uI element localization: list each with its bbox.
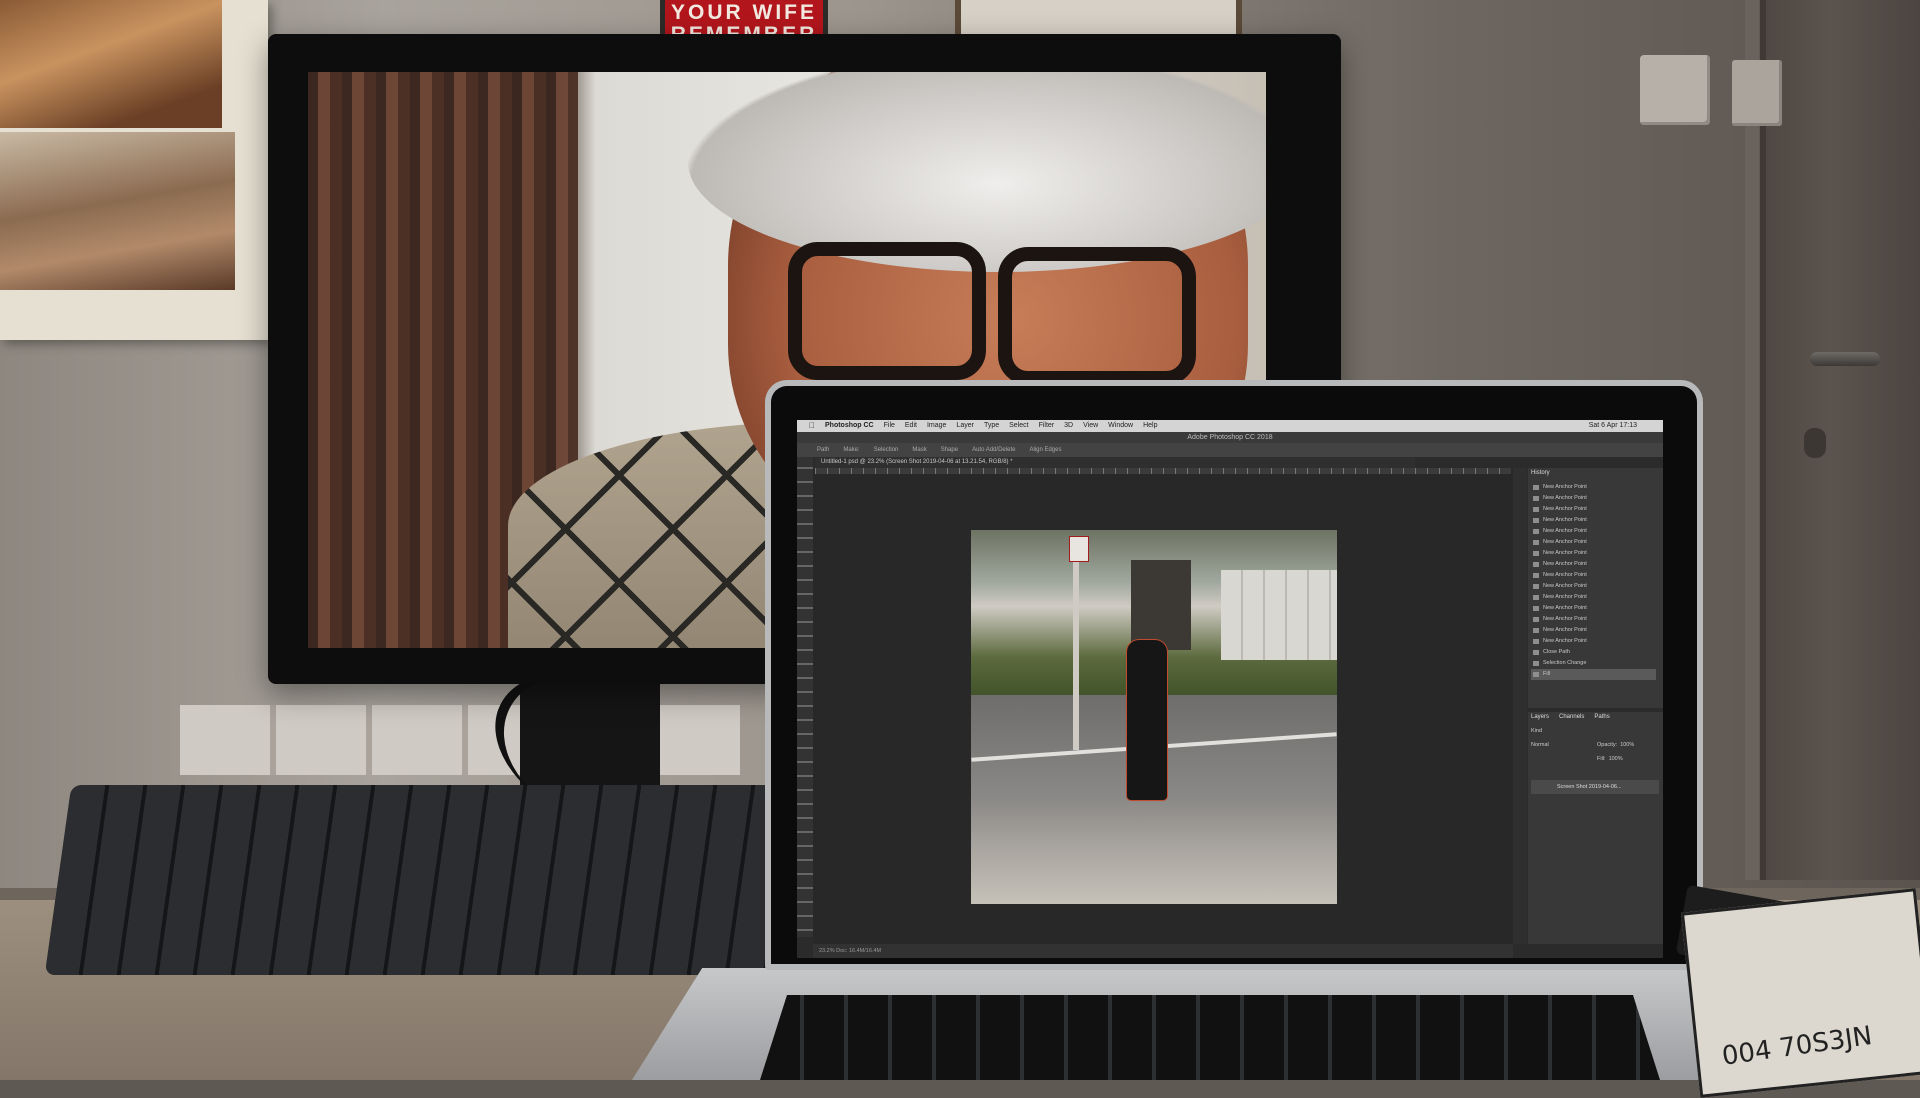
option-make: Make: bbox=[843, 447, 860, 453]
history-tab[interactable]: History bbox=[1531, 470, 1591, 480]
doc-sign-pole bbox=[1073, 540, 1079, 750]
tools-panel[interactable] bbox=[797, 457, 813, 937]
wall-socket bbox=[1732, 60, 1782, 126]
doc-road-sign bbox=[1069, 536, 1089, 562]
history-list: New Anchor Point New Anchor Point New Anch… bbox=[1531, 482, 1656, 680]
option-selection[interactable]: Selection bbox=[874, 443, 899, 457]
menu-edit[interactable]: Edit bbox=[905, 420, 917, 432]
light-switch bbox=[1640, 55, 1710, 125]
menu-3d[interactable]: 3D bbox=[1064, 420, 1073, 432]
history-item[interactable]: New Anchor Point bbox=[1531, 548, 1656, 559]
document-tab[interactable]: Untitled-1 psd @ 23.2% (Screen Shot 2019… bbox=[815, 457, 1415, 468]
option-path[interactable]: Path bbox=[817, 443, 829, 457]
menu-view[interactable]: View bbox=[1083, 420, 1098, 432]
apple-icon[interactable]:  bbox=[809, 420, 815, 432]
doc-filled-selection[interactable] bbox=[1127, 640, 1167, 800]
menubar-clock[interactable]: Sat 6 Apr 17:13 bbox=[1589, 420, 1663, 432]
history-item[interactable]: New Anchor Point bbox=[1531, 614, 1656, 625]
menu-window[interactable]: Window bbox=[1108, 420, 1133, 432]
history-item[interactable]: New Anchor Point bbox=[1531, 603, 1656, 614]
fill-label: Fill: bbox=[1597, 756, 1606, 762]
layers-panel-tabs: Layers Channels Paths bbox=[1531, 714, 1610, 720]
door-frame bbox=[1745, 0, 1759, 880]
history-item[interactable]: New Anchor Point bbox=[1531, 537, 1656, 548]
history-item[interactable]: Fill bbox=[1531, 669, 1656, 680]
fill-value[interactable]: 100% bbox=[1609, 756, 1623, 762]
panel-icon-strip[interactable] bbox=[1513, 468, 1527, 944]
tab-layers[interactable]: Layers bbox=[1531, 714, 1549, 720]
option-shape[interactable]: Shape bbox=[941, 443, 958, 457]
poster-line-1: YOUR WIFE bbox=[671, 1, 817, 24]
history-item[interactable]: Selection Change bbox=[1531, 658, 1656, 669]
framed-photo-bottom bbox=[0, 132, 235, 290]
laptop-keyboard bbox=[760, 995, 1660, 1080]
glasses-left-lens bbox=[788, 242, 986, 380]
history-item[interactable]: New Anchor Point bbox=[1531, 581, 1656, 592]
laptop-screen:  Photoshop CC File Edit Image Layer Typ… bbox=[797, 420, 1663, 958]
opacity-value[interactable]: 100% bbox=[1620, 742, 1634, 748]
doc-fence bbox=[1221, 570, 1337, 660]
tab-paths[interactable]: Paths bbox=[1594, 714, 1609, 720]
history-item[interactable]: New Anchor Point bbox=[1531, 515, 1656, 526]
opacity-label: Opacity: bbox=[1597, 742, 1618, 748]
tab-channels[interactable]: Channels bbox=[1559, 714, 1584, 720]
history-item[interactable]: New Anchor Point bbox=[1531, 526, 1656, 537]
opacity-control[interactable]: Opacity: 100% bbox=[1597, 742, 1634, 748]
menu-layer[interactable]: Layer bbox=[956, 420, 974, 432]
document-image[interactable] bbox=[971, 530, 1337, 904]
door-handle bbox=[1810, 352, 1880, 366]
keyboard bbox=[44, 785, 792, 975]
option-mask[interactable]: Mask bbox=[912, 443, 926, 457]
history-item[interactable]: New Anchor Point bbox=[1531, 504, 1656, 515]
door bbox=[1760, 0, 1920, 880]
fill-control[interactable]: Fill: 100% bbox=[1597, 756, 1623, 762]
status-bar: 23.2% Doc: 16.4M/16.4M bbox=[813, 944, 1513, 958]
history-item[interactable]: New Anchor Point bbox=[1531, 482, 1656, 493]
framed-photo-top bbox=[0, 0, 222, 128]
menu-help[interactable]: Help bbox=[1143, 420, 1157, 432]
blend-mode-select[interactable]: Normal bbox=[1531, 742, 1549, 748]
doc-door bbox=[1131, 560, 1191, 650]
layer-row[interactable]: Screen Shot 2019-04-06... bbox=[1531, 780, 1659, 794]
history-item[interactable]: New Anchor Point bbox=[1531, 636, 1656, 647]
layer-filter-kind[interactable]: Kind bbox=[1531, 728, 1542, 734]
options-bar: Path Make: Selection Mask Shape Auto Add… bbox=[797, 443, 1663, 457]
menu-file[interactable]: File bbox=[884, 420, 895, 432]
menu-app[interactable]: Photoshop CC bbox=[825, 420, 874, 432]
option-align-edges[interactable]: Align Edges bbox=[1029, 443, 1061, 457]
menu-image[interactable]: Image bbox=[927, 420, 946, 432]
door-lock bbox=[1804, 428, 1826, 458]
mac-menubar:  Photoshop CC File Edit Image Layer Typ… bbox=[797, 420, 1663, 432]
history-item[interactable]: New Anchor Point bbox=[1531, 625, 1656, 636]
history-item[interactable]: Close Path bbox=[1531, 647, 1656, 658]
menu-filter[interactable]: Filter bbox=[1039, 420, 1055, 432]
horizontal-ruler bbox=[815, 468, 1511, 474]
window-title: Adobe Photoshop CC 2018 bbox=[797, 432, 1663, 443]
glasses-right-lens bbox=[998, 247, 1196, 385]
menu-type[interactable]: Type bbox=[984, 420, 999, 432]
option-auto-add-delete[interactable]: Auto Add/Delete bbox=[972, 443, 1015, 457]
history-item[interactable]: New Anchor Point bbox=[1531, 559, 1656, 570]
history-item[interactable]: New Anchor Point bbox=[1531, 570, 1656, 581]
history-item[interactable]: New Anchor Point bbox=[1531, 493, 1656, 504]
history-item[interactable]: New Anchor Point bbox=[1531, 592, 1656, 603]
menu-select[interactable]: Select bbox=[1009, 420, 1028, 432]
